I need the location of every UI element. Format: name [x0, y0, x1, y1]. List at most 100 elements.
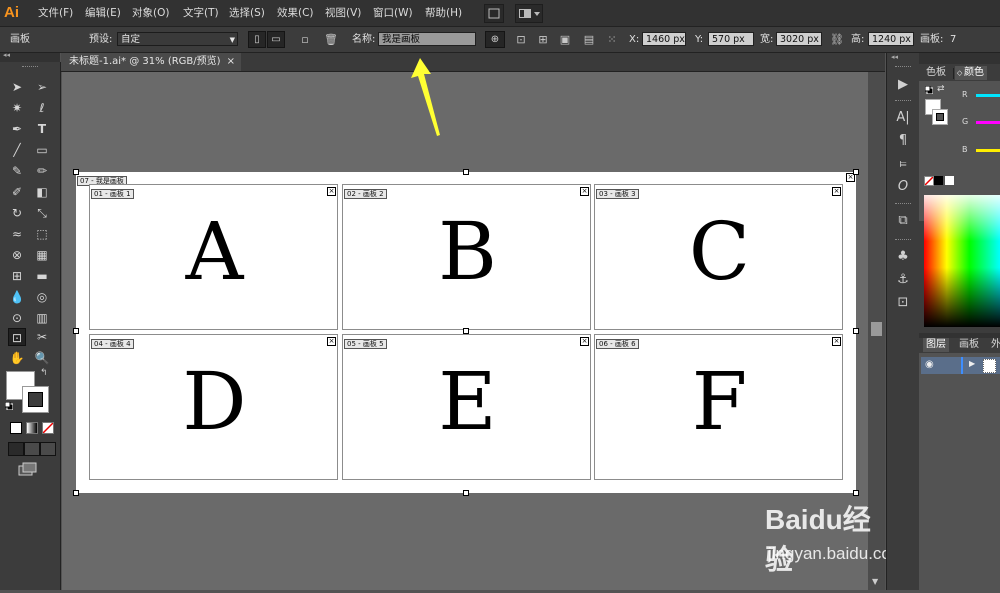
column-graph-tool-icon[interactable]: ▥ — [33, 309, 51, 327]
zoom-tool-icon[interactable]: 🔍 — [33, 349, 51, 367]
selection-tool-icon[interactable]: ➤ — [8, 78, 26, 96]
align-panel-icon[interactable]: ⫢ — [893, 154, 913, 174]
x-field[interactable]: 1460 px — [642, 32, 686, 46]
swap-fill-stroke-icon[interactable]: ↰ — [40, 368, 48, 378]
panel-grip[interactable] — [895, 100, 911, 101]
menu-select[interactable]: 选择(S) — [229, 5, 265, 21]
tab-swatches[interactable]: 色板 — [923, 66, 949, 80]
gradient-tool-icon[interactable]: ▬ — [33, 267, 51, 285]
close-tab-icon[interactable]: × — [227, 53, 235, 71]
resize-handle[interactable] — [463, 328, 469, 334]
paragraph-panel-icon[interactable]: ¶ — [893, 131, 913, 151]
panel-grip[interactable] — [895, 66, 911, 67]
mesh-tool-icon[interactable]: ⊞ — [8, 267, 26, 285]
landscape-button[interactable]: ▭ — [267, 31, 285, 48]
gradient-mode-icon[interactable] — [26, 422, 38, 434]
collapse-icon[interactable]: ◂◂ — [3, 51, 10, 59]
height-field[interactable]: 1240 px — [868, 32, 914, 46]
tab-artboards[interactable]: 画板 — [956, 338, 982, 352]
swap-icon[interactable]: ⇄ — [937, 84, 945, 94]
panel-grip[interactable] — [22, 66, 38, 69]
menu-object[interactable]: 对象(O) — [132, 5, 169, 21]
resize-handle[interactable] — [463, 490, 469, 496]
menu-window[interactable]: 窗口(W) — [373, 5, 413, 21]
reference-point-icon[interactable]: ⁙ — [605, 33, 619, 47]
symbol-sprayer-tool-icon[interactable]: ⊙ — [8, 309, 26, 327]
draw-behind-icon[interactable] — [24, 442, 40, 456]
artboard-01[interactable]: 01 - 画板 1 × A — [89, 184, 338, 330]
channel-g-slider[interactable] — [976, 121, 1000, 124]
y-field[interactable]: 570 px — [708, 32, 754, 46]
resize-handle[interactable] — [853, 169, 859, 175]
opentype-panel-icon[interactable]: O — [893, 177, 913, 197]
menu-help[interactable]: 帮助(H) — [425, 5, 462, 21]
stroke-swatch[interactable] — [22, 386, 49, 413]
panel-grip[interactable] — [895, 239, 911, 240]
rotate-tool-icon[interactable]: ↻ — [8, 204, 26, 222]
resize-handle[interactable] — [853, 490, 859, 496]
close-artboard-icon[interactable]: × — [327, 187, 336, 196]
portrait-button[interactable]: ▯ — [248, 31, 266, 48]
tab-color[interactable]: ◇ 颜色 — [955, 66, 987, 80]
resize-handle[interactable] — [73, 328, 79, 334]
default-fill-stroke-icon[interactable] — [924, 85, 934, 95]
direct-selection-tool-icon[interactable]: ➢ — [33, 78, 51, 96]
draw-inside-icon[interactable] — [40, 442, 56, 456]
expand-triangle-icon[interactable]: ▶ — [969, 359, 975, 368]
scroll-down-icon[interactable]: ▼ — [872, 577, 878, 586]
graphic-styles-panel-icon[interactable]: ⚓ — [893, 270, 913, 290]
pen-tool-icon[interactable]: ✒ — [8, 120, 26, 138]
document-tab[interactable]: 未标题-1.ai* @ 31% (RGB/预览) × — [61, 53, 241, 71]
close-artboard-icon[interactable]: × — [580, 337, 589, 346]
close-artboard-icon[interactable]: × — [580, 187, 589, 196]
blob-brush-tool-icon[interactable]: ✐ — [8, 183, 26, 201]
artboard-name-input[interactable]: 我是画板 — [378, 32, 476, 46]
artboard-02[interactable]: 02 - 画板 2 × B — [342, 184, 591, 330]
hand-tool-icon[interactable]: ✋ — [8, 349, 26, 367]
free-transform-tool-icon[interactable]: ⬚ — [33, 225, 51, 243]
black-swatch[interactable] — [934, 176, 943, 185]
menu-type[interactable]: 文字(T) — [183, 5, 219, 21]
none-mode-icon[interactable] — [42, 422, 54, 434]
width-field[interactable]: 3020 px — [776, 32, 822, 46]
tab-appearance[interactable]: 外 — [988, 338, 1000, 352]
artboard-tool-icon[interactable]: ⊡ — [8, 328, 26, 346]
arrange-documents-button[interactable] — [515, 4, 543, 23]
center-mark-icon[interactable]: ⊞ — [536, 33, 550, 47]
perspective-grid-tool-icon[interactable]: ▦ — [33, 246, 51, 264]
slice-tool-icon[interactable]: ✂ — [33, 328, 51, 346]
lasso-tool-icon[interactable]: ℓ — [33, 99, 51, 117]
line-tool-icon[interactable]: ╱ — [8, 141, 26, 159]
scroll-thumb[interactable] — [871, 322, 882, 336]
width-tool-icon[interactable]: ≈ — [8, 225, 26, 243]
eye-visibility-icon[interactable]: ◉ — [925, 359, 934, 370]
paintbrush-tool-icon[interactable]: ✎ — [8, 162, 26, 180]
artboards-panel-icon[interactable]: ⊡ — [893, 293, 913, 313]
transparency-panel-icon[interactable]: ⧉ — [893, 211, 913, 231]
tab-layers[interactable]: 图层 — [923, 338, 949, 352]
collapse-icon[interactable]: ◂◂ — [891, 53, 898, 61]
bridge-button[interactable] — [484, 4, 504, 23]
scale-tool-icon[interactable]: ⤡ — [33, 204, 51, 222]
type-tool-icon[interactable]: T — [33, 120, 51, 138]
color-spectrum[interactable] — [924, 195, 1000, 327]
menu-file[interactable]: 文件(F) — [38, 5, 73, 21]
close-artboard-icon[interactable]: × — [832, 187, 841, 196]
video-safe-icon[interactable]: ▤ — [582, 33, 596, 47]
symbols-panel-icon[interactable]: ♣ — [893, 247, 913, 267]
eraser-tool-icon[interactable]: ◧ — [33, 183, 51, 201]
color-mode-icon[interactable] — [10, 422, 22, 434]
new-artboard-icon[interactable]: ▫ — [298, 33, 312, 47]
channel-r-slider[interactable] — [976, 94, 1000, 97]
delete-artboard-icon[interactable]: 🗑 — [324, 33, 338, 47]
none-swatch[interactable] — [924, 176, 934, 186]
menu-edit[interactable]: 编辑(E) — [85, 5, 121, 21]
cross-hair-icon[interactable]: ▣ — [558, 33, 572, 47]
resize-handle[interactable] — [73, 169, 79, 175]
artboard-04[interactable]: 04 - 画板 4 × D — [89, 334, 338, 480]
magic-wand-tool-icon[interactable]: ✷ — [8, 99, 26, 117]
resize-handle[interactable] — [463, 169, 469, 175]
artboard-05[interactable]: 05 - 画板 5 × E — [342, 334, 591, 480]
menu-effect[interactable]: 效果(C) — [277, 5, 314, 21]
default-colors-icon[interactable] — [4, 401, 14, 411]
